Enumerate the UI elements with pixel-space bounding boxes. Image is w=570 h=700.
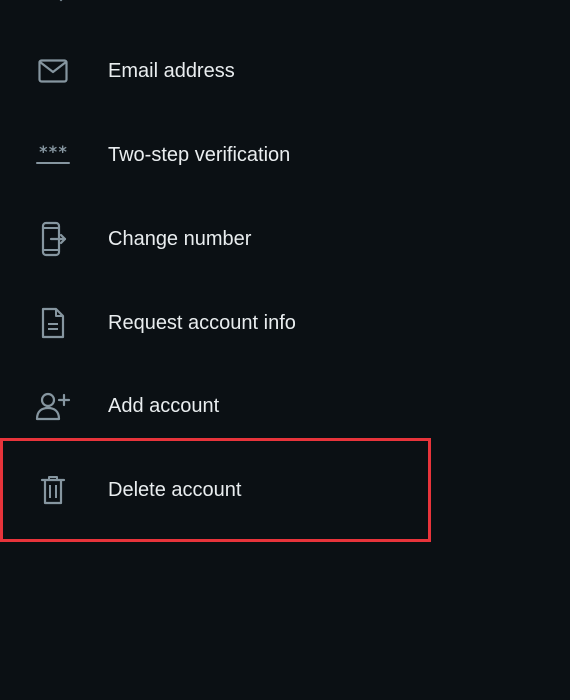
menu-item-label: Two-step verification bbox=[108, 144, 291, 166]
menu-item-two-step-verification[interactable]: *** Two-step verification bbox=[0, 113, 570, 197]
menu-item-add-account[interactable]: Add account bbox=[0, 364, 570, 448]
password-dots-icon: *** bbox=[34, 136, 72, 174]
partial-item-icon bbox=[59, 0, 63, 2]
envelope-icon bbox=[34, 52, 72, 90]
menu-item-label: Change number bbox=[108, 228, 252, 250]
menu-item-change-number[interactable]: Change number bbox=[0, 197, 570, 281]
phone-transfer-icon bbox=[34, 220, 72, 258]
menu-item-label: Delete account bbox=[108, 479, 242, 501]
menu-item-label: Request account info bbox=[108, 312, 296, 334]
menu-item-request-account-info[interactable]: Request account info bbox=[0, 281, 570, 365]
menu-item-delete-account[interactable]: Delete account bbox=[0, 448, 570, 532]
account-settings-list: Email address *** Two-step verification … bbox=[0, 0, 570, 700]
menu-item-label: Add account bbox=[108, 395, 220, 417]
password-dots-text: *** bbox=[39, 144, 68, 161]
menu-item-label: Email address bbox=[108, 60, 235, 82]
menu-item-email-address[interactable]: Email address bbox=[0, 29, 570, 113]
trash-icon bbox=[34, 471, 72, 509]
document-icon bbox=[34, 304, 72, 342]
add-person-icon bbox=[34, 387, 72, 425]
